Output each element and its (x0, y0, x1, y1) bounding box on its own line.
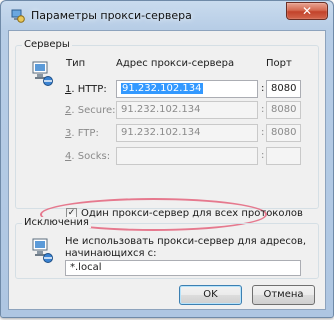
servers-group-label: Серверы (22, 39, 72, 50)
secure-address-input[interactable]: 91.232.102.134 (116, 101, 258, 119)
ok-button[interactable]: OK (179, 285, 242, 305)
network-computer-icon (32, 61, 53, 86)
exceptions-description-line2: начинающихся с: (65, 248, 157, 259)
exceptions-group-label: Исключения (22, 217, 91, 228)
http-address-input[interactable]: 91.232.102.134 (116, 80, 258, 98)
socks-label: 4. Socks: (65, 151, 111, 162)
column-header-type: Тип (66, 58, 86, 69)
socks-port-input[interactable] (266, 147, 301, 165)
secure-label: 2. Secure: (65, 105, 116, 116)
window-title: Параметры прокси-сервера (31, 9, 192, 22)
dialog-body: Серверы Тип Адрес прокси-сервера Порт 1.… (8, 30, 326, 310)
ftp-port-input[interactable]: 8080 (266, 124, 301, 142)
network-computer-icon (32, 238, 53, 263)
socks-address-input[interactable] (116, 147, 258, 165)
exceptions-input[interactable]: *.local (65, 260, 301, 276)
http-port-input[interactable]: 8080 (266, 80, 301, 98)
exceptions-description-line1: Не использовать прокси-сервер для адресо… (65, 236, 307, 247)
same-proxy-label[interactable]: Один прокси-сервер для всех протоколов (81, 208, 303, 219)
title-bar[interactable]: Параметры прокси-сервера ✕ (1, 1, 333, 29)
column-header-address: Адрес прокси-сервера (116, 58, 235, 69)
colon-separator: : (261, 150, 265, 161)
http-label: 1. HTTP: (65, 84, 107, 95)
colon-separator: : (261, 104, 265, 115)
network-settings-icon (11, 9, 25, 23)
ftp-label: 3. FTP: (65, 128, 99, 139)
ftp-address-input[interactable]: 91.232.102.134 (116, 124, 258, 142)
cancel-button[interactable]: Отмена (252, 285, 315, 305)
secure-port-input[interactable]: 8080 (266, 101, 301, 119)
colon-separator: : (261, 83, 265, 94)
colon-separator: : (261, 127, 265, 138)
close-icon: ✕ (301, 4, 313, 18)
close-button[interactable]: ✕ (286, 2, 328, 20)
proxy-settings-dialog: Параметры прокси-сервера ✕ Серверы Тип А… (0, 0, 334, 318)
column-header-port: Порт (266, 58, 292, 69)
